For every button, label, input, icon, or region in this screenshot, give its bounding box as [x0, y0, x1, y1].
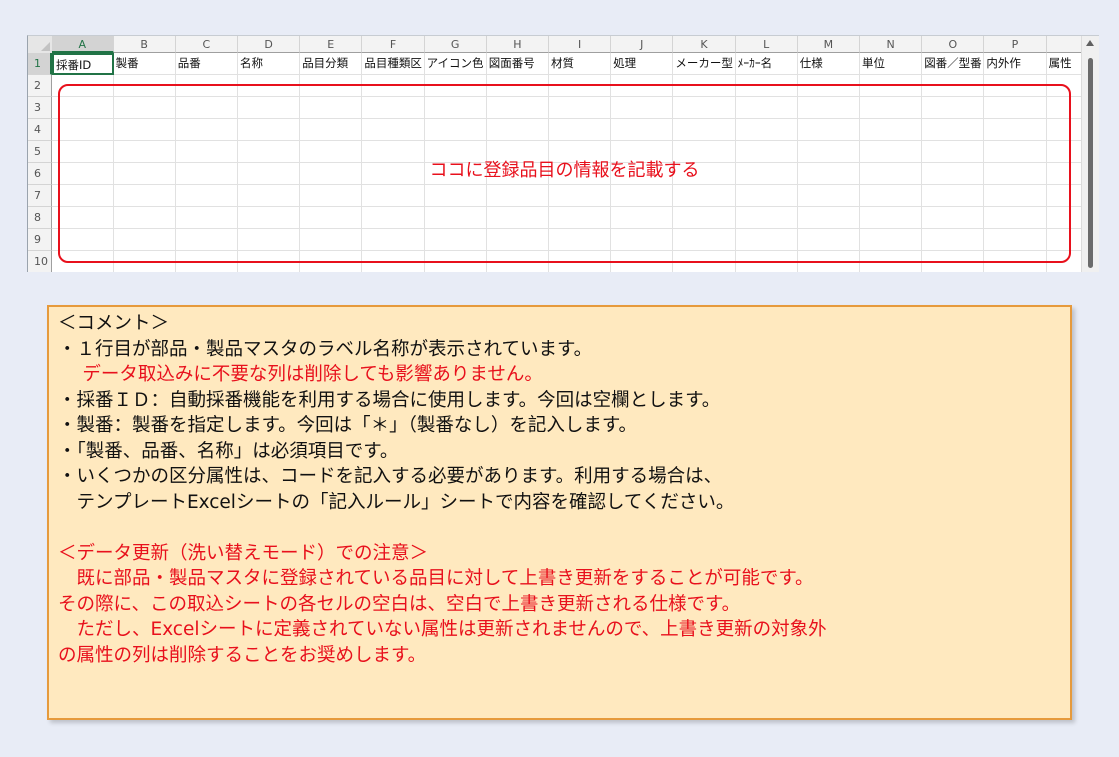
row-header-1[interactable]: 1: [28, 53, 52, 75]
column-header-F[interactable]: F: [362, 36, 425, 53]
comment-line: ・いくつかの区分属性は、コードを記入する必要があります。利用する場合は、: [58, 466, 723, 487]
row-header-3[interactable]: 3: [28, 97, 52, 119]
scroll-up-arrow-icon[interactable]: [1086, 40, 1094, 46]
column-header-B[interactable]: B: [113, 36, 176, 53]
comment-line: データ取込みに不要な列は削除しても影響ありません。: [58, 364, 543, 385]
comment-box: ＜コメント＞ ・１行目が部品・製品マスタのラベル名称が表示されています。 データ取…: [47, 305, 1072, 720]
column-header-O[interactable]: O: [922, 36, 985, 53]
column-header-I[interactable]: I: [549, 36, 612, 53]
header-cell-M[interactable]: 仕様: [797, 53, 860, 75]
header-cell-P[interactable]: 内外作: [984, 53, 1047, 75]
comment-line: ＜コメント＞: [58, 313, 170, 334]
header-cell-G[interactable]: アイコン色: [424, 53, 487, 75]
column-header-K[interactable]: K: [673, 36, 736, 53]
header-cell-A[interactable]: 採番ID: [52, 53, 114, 75]
row-header-7[interactable]: 7: [28, 185, 52, 207]
comment-line: ただし、Excelシートに定義されていない属性は更新されませんので、上書き更新の…: [58, 619, 827, 640]
header-cell-J[interactable]: 処理: [611, 53, 674, 75]
comment-line: ・１行目が部品・製品マスタのラベル名称が表示されています。: [58, 338, 593, 360]
comment-line: ・採番ＩＤ：自動採番機能を利用する場合に使用します。今回は空欄とします。: [58, 389, 721, 411]
comment-line: の属性の列は削除することをお奨めします。: [58, 644, 427, 666]
header-cell-N[interactable]: 単位: [860, 53, 923, 75]
comment-line: ・「製番、品番、名称」は必須項目です。: [58, 440, 399, 462]
column-header-G[interactable]: G: [424, 36, 487, 53]
scroll-thumb[interactable]: [1088, 58, 1093, 268]
comment-line: 既に部品・製品マスタに登録されている品目に対して上書き更新をすることが可能です。: [58, 568, 814, 589]
header-cell-E[interactable]: 品目分類: [300, 53, 363, 75]
header-cell-C[interactable]: 品番: [175, 53, 238, 75]
row-header-8[interactable]: 8: [28, 207, 52, 229]
row-header-2[interactable]: 2: [28, 75, 52, 97]
header-cell-O[interactable]: 図番／型番: [922, 53, 985, 75]
header-cell-I[interactable]: 材質: [549, 53, 612, 75]
header-cell-F[interactable]: 品目種類区: [362, 53, 425, 75]
column-header-E[interactable]: E: [300, 36, 363, 53]
header-cell-K[interactable]: メーカー型: [673, 53, 736, 75]
row-header-5[interactable]: 5: [28, 141, 52, 163]
column-header-P[interactable]: P: [984, 36, 1047, 53]
column-header-D[interactable]: D: [238, 36, 301, 53]
row-header-10[interactable]: 10: [28, 251, 52, 272]
comment-line: [58, 515, 1070, 541]
column-header-N[interactable]: N: [860, 36, 923, 53]
spreadsheet: A B C D E F G H I J K L M N O P 1 採番ID 製番 品番 名称 品目分類 品目種類区 アイコン…: [27, 35, 1099, 272]
input-area-note: ココに登録品目の情報を記載する: [429, 160, 700, 181]
column-header-C[interactable]: C: [175, 36, 238, 53]
comment-line: ＜データ更新（洗い替えモード）での注意＞: [58, 542, 429, 564]
column-header-L[interactable]: L: [735, 36, 798, 53]
header-cell-L[interactable]: ﾒｰｶｰ名: [735, 53, 798, 75]
row-header-6[interactable]: 6: [28, 163, 52, 185]
row-header-9[interactable]: 9: [28, 229, 52, 251]
vertical-scrollbar[interactable]: [1081, 36, 1099, 272]
column-header-H[interactable]: H: [486, 36, 549, 53]
header-cell-B[interactable]: 製番: [113, 53, 176, 75]
column-header-A[interactable]: A: [52, 36, 114, 53]
comment-line: ・製番：製番を指定します。今回は「＊」（製番なし）を記入します。: [58, 415, 638, 436]
header-cell-H[interactable]: 図面番号: [486, 53, 549, 75]
comment-line: その際に、この取込シートの各セルの空白は、空白で上書き更新される仕様です。: [58, 593, 741, 615]
column-header-M[interactable]: M: [797, 36, 860, 53]
row-header-4[interactable]: 4: [28, 119, 52, 141]
header-cell-D[interactable]: 名称: [238, 53, 301, 75]
select-all-corner[interactable]: [28, 36, 53, 54]
column-header-J[interactable]: J: [611, 36, 674, 53]
comment-line: テンプレートExcelシートの「記入ルール」シートで内容を確認してください。: [58, 491, 735, 513]
